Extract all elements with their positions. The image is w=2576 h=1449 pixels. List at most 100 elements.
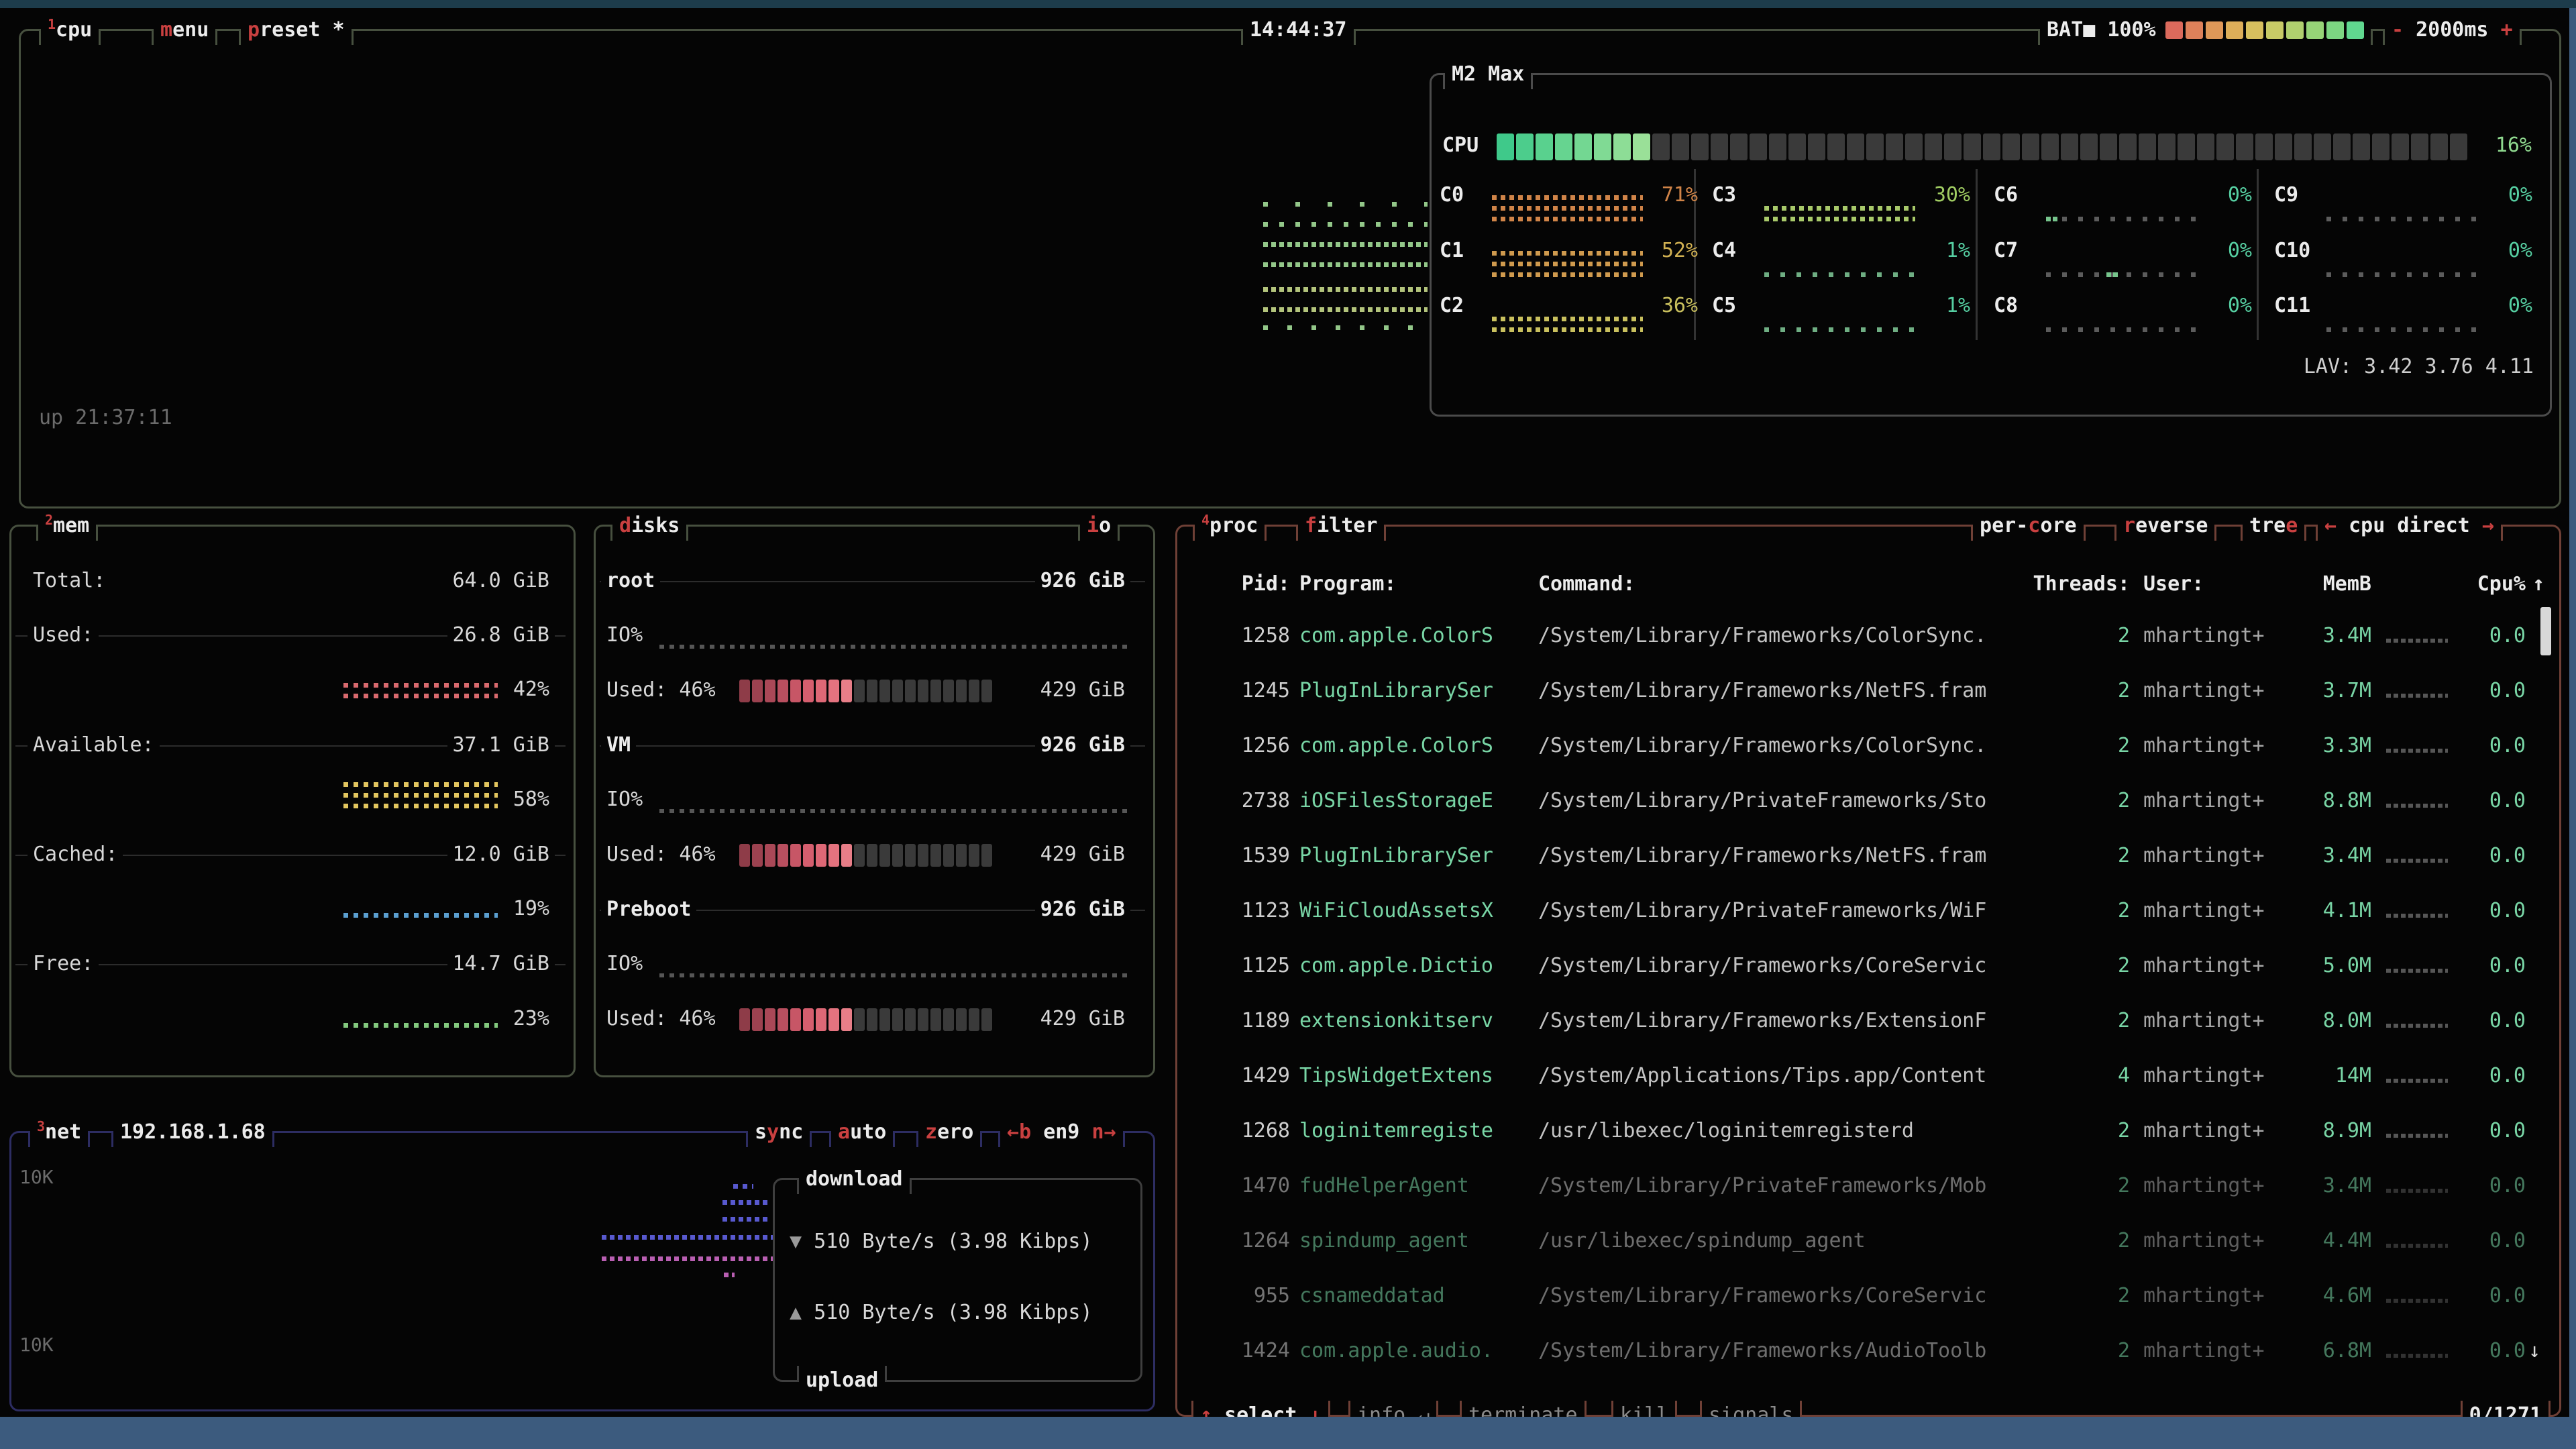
meter-block-filled xyxy=(739,1008,750,1031)
core-row: C70% xyxy=(1994,237,2252,284)
graph-dots xyxy=(343,913,498,918)
meter-block-empty xyxy=(2022,133,2039,160)
meter-block-empty xyxy=(892,1008,903,1031)
process-row[interactable]: 1245PlugInLibrarySer/System/Library/Fram… xyxy=(1177,678,2555,710)
process-threads: 2 xyxy=(2049,1283,2130,1309)
process-cpu: 0.0 xyxy=(2452,1063,2526,1089)
graph-dots xyxy=(2386,1299,2448,1303)
meter-block-empty xyxy=(1886,133,1903,160)
process-cpu: 0.0 xyxy=(2452,788,2526,814)
process-row[interactable]: 1429TipsWidgetExtens/System/Applications… xyxy=(1177,1063,2555,1095)
upload-speed: ▲ 510 Byte/s (3.98 Kibps) xyxy=(790,1299,1093,1326)
graph-dots xyxy=(722,1200,769,1205)
graph-dots xyxy=(2386,804,2448,808)
meter-block-filled xyxy=(828,680,839,702)
core-percent: 71% xyxy=(1638,182,1698,209)
meter-block-empty xyxy=(969,1008,979,1031)
meter-block-empty xyxy=(867,680,877,702)
process-user: mhartingt+ xyxy=(2143,898,2265,924)
process-row[interactable]: 1264spindump_agent/usr/libexec/spindump_… xyxy=(1177,1228,2555,1260)
cpu-total-meter xyxy=(1497,133,2467,160)
process-threads: 4 xyxy=(2049,1063,2130,1089)
graph-dots xyxy=(1492,251,1643,256)
process-row[interactable]: 1123WiFiCloudAssetsX/System/Library/Priv… xyxy=(1177,898,2555,930)
interval-increase-button[interactable]: + xyxy=(2501,18,2513,42)
process-cpu: 0.0 xyxy=(2452,733,2526,759)
graph-dots xyxy=(2386,969,2448,973)
graph-dots xyxy=(1764,217,1915,221)
core-percent: 0% xyxy=(2472,292,2532,319)
process-row[interactable]: 2738iOSFilesStorageE/System/Library/Priv… xyxy=(1177,788,2555,820)
process-mem: 8.8M xyxy=(2286,788,2371,814)
process-threads: 2 xyxy=(2049,733,2130,759)
info-button[interactable]: info ↵ xyxy=(1350,1402,1436,1417)
graph-dots xyxy=(343,793,498,798)
process-row[interactable]: 955csnameddatad/System/Library/Framework… xyxy=(1177,1283,2555,1315)
mem-row-value: 26.8 GiB xyxy=(447,622,555,649)
process-row[interactable]: 1189extensionkitserv/System/Library/Fram… xyxy=(1177,1008,2555,1040)
kill-button[interactable]: kill xyxy=(1613,1402,1675,1417)
process-row[interactable]: 1268loginitemregiste/usr/libexec/loginit… xyxy=(1177,1118,2555,1150)
battery-block xyxy=(2226,21,2243,39)
process-row[interactable]: 1258com.apple.ColorS/System/Library/Fram… xyxy=(1177,623,2555,655)
terminate-button[interactable]: terminate xyxy=(1462,1402,1585,1417)
disk-sections: root926 GiBIO%Used: 46%429 GiBVM926 GiBI… xyxy=(596,527,1149,1071)
meter-block-filled xyxy=(803,680,814,702)
process-cpu: 0.0 xyxy=(2452,843,2526,869)
select-button[interactable]: ↑ select ↓ xyxy=(1193,1402,1328,1417)
process-threads: 2 xyxy=(2049,898,2130,924)
mem-row-value: 12.0 GiB xyxy=(447,841,555,868)
process-user: mhartingt+ xyxy=(2143,1008,2265,1034)
meter-block-empty xyxy=(1827,133,1845,160)
disk-size: 926 GiB xyxy=(1035,896,1130,923)
process-program: PlugInLibrarySer xyxy=(1299,843,1493,869)
scrollbar[interactable] xyxy=(2540,607,2551,655)
core-row: C90% xyxy=(2274,182,2532,229)
core-percent: 0% xyxy=(2192,292,2252,319)
core-percent: 1% xyxy=(1910,292,1970,319)
meter-block-empty xyxy=(2080,133,2098,160)
proc-box: 4proc filter per-core reverse tree ← cpu… xyxy=(1175,525,2561,1417)
process-command: /System/Library/PrivateFrameworks/Mob xyxy=(1538,1173,1986,1199)
core-row: C071% xyxy=(1440,182,1698,229)
process-mem: 6.8M xyxy=(2286,1338,2371,1364)
process-pid: 1424 xyxy=(1204,1338,1290,1364)
meter-block-filled xyxy=(790,1008,801,1031)
process-program: WiFiCloudAssetsX xyxy=(1299,898,1493,924)
upload-arrow-icon: ▲ xyxy=(790,1301,802,1324)
process-row[interactable]: 1125com.apple.Dictio/System/Library/Fram… xyxy=(1177,953,2555,985)
mem-box-number: 2 xyxy=(45,512,53,528)
graph-dots xyxy=(2106,272,2120,277)
meter-block-filled xyxy=(777,844,788,867)
meter-block-empty xyxy=(879,844,890,867)
process-program: com.apple.audio. xyxy=(1299,1338,1493,1364)
meter-block-filled xyxy=(739,844,750,867)
meter-block-empty xyxy=(1750,133,1767,160)
signals-button[interactable]: signals xyxy=(1702,1402,1800,1417)
graph-dots xyxy=(2386,1244,2448,1248)
menu-button[interactable]: menu xyxy=(154,17,215,44)
process-row[interactable]: 1539PlugInLibrarySer/System/Library/Fram… xyxy=(1177,843,2555,875)
preset-button[interactable]: preset * xyxy=(241,17,352,44)
net-box: 3net 192.168.1.68 sync auto zero ←b en9 … xyxy=(9,1131,1155,1411)
process-command: /System/Applications/Tips.app/Content xyxy=(1538,1063,1986,1089)
meter-block-empty xyxy=(854,844,865,867)
core-name: C5 xyxy=(1712,292,1736,319)
graph-dots xyxy=(343,804,498,808)
process-command: /System/Library/Frameworks/AudioToolb xyxy=(1538,1338,1986,1364)
disk-name: root xyxy=(601,568,660,594)
process-row[interactable]: 1470fudHelperAgent/System/Library/Privat… xyxy=(1177,1173,2555,1205)
process-row[interactable]: 1424 com.apple.audio. /System/Library/Fram… xyxy=(1177,1338,2555,1370)
graph-dots xyxy=(343,694,498,698)
meter-block-empty xyxy=(943,1008,954,1031)
process-mem: 14M xyxy=(2286,1063,2371,1089)
interval-decrease-button[interactable]: - xyxy=(2392,18,2404,42)
meter-block-filled xyxy=(841,844,852,867)
download-title: download xyxy=(799,1166,910,1193)
process-program: csnameddatad xyxy=(1299,1283,1445,1309)
meter-block-empty xyxy=(854,1008,865,1031)
mem-row-value: 64.0 GiB xyxy=(447,568,555,594)
graph-dots xyxy=(2046,327,2197,332)
process-row[interactable]: 1256com.apple.ColorS/System/Library/Fram… xyxy=(1177,733,2555,765)
graph-dots xyxy=(2386,694,2448,698)
